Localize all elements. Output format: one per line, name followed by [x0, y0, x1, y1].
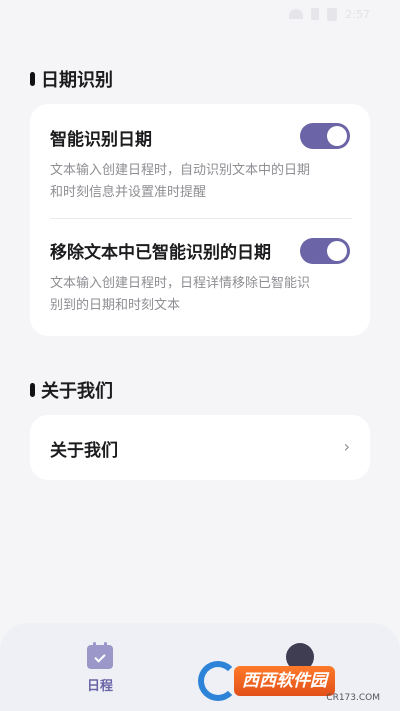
nav-label-schedule: 日程 [86, 679, 113, 694]
setting-description: 文本输入创建日程时，日程详情移除已智能识 别到的日期和时刻文本 [50, 273, 352, 317]
remove-date-text-toggle[interactable] [300, 238, 350, 264]
section-title: 关于我们 [41, 381, 113, 402]
setting-description-line: 和时刻信息并设置准时提醒 [50, 185, 207, 200]
section-marker [30, 72, 35, 86]
smart-date-toggle[interactable] [300, 123, 350, 149]
setting-description: 文本输入创建日程时，自动识别文本中的日期 和时刻信息并设置准时提醒 [50, 160, 352, 204]
section-title: 日期识别 [41, 70, 113, 91]
section-marker [30, 383, 35, 397]
about-us-label: 关于我们 [50, 441, 118, 461]
setting-description-line: 文本输入创建日程时，日程详情移除已智能识 [50, 276, 311, 291]
watermark-c-icon [198, 661, 238, 701]
setting-description-line: 别到的日期和时刻文本 [50, 298, 181, 313]
watermark-brand: 西西软件园 [234, 666, 335, 696]
signal-icon [311, 8, 320, 20]
battery-icon [327, 7, 338, 21]
divider [50, 218, 352, 219]
nav-item-schedule[interactable]: 日程 [80, 642, 120, 694]
calendar-icon [87, 642, 113, 669]
toggle-knob [327, 126, 347, 146]
watermark-site: CR173.COM [326, 693, 380, 703]
status-bar: 2:57 [289, 6, 370, 22]
date-settings-card: 智能识别日期 文本输入创建日程时，自动识别文本中的日期 和时刻信息并设置准时提醒… [30, 104, 370, 336]
about-us-item[interactable]: 关于我们 › [30, 415, 370, 480]
chevron-right-icon: › [343, 437, 350, 456]
watermark-logo: 西西软件园 CR173.COM [198, 659, 388, 703]
setting-description-line: 文本输入创建日程时，自动识别文本中的日期 [50, 163, 311, 178]
section-header-date: 日期识别 [30, 66, 113, 92]
settings-screen: 2:57 日期识别 智能识别日期 文本输入创建日程时，自动识别文本中的日期 和时… [0, 0, 400, 711]
section-header-about: 关于我们 [30, 377, 113, 403]
toggle-knob [327, 241, 347, 261]
wifi-icon [289, 9, 304, 19]
status-time: 2:57 [345, 7, 370, 21]
